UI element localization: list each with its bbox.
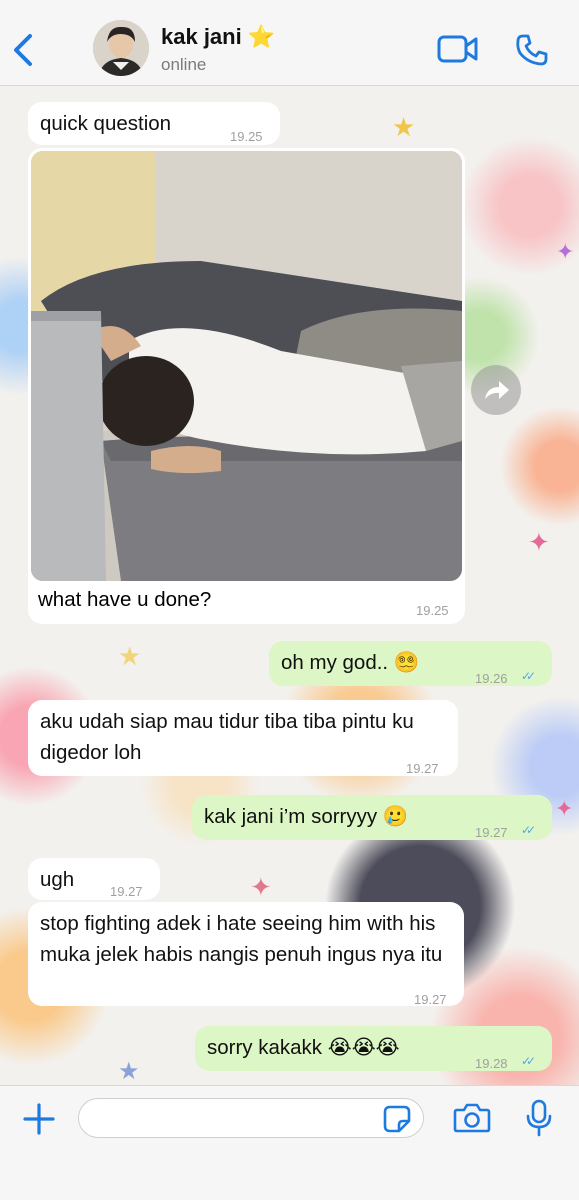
message-time: 19.27 bbox=[414, 992, 447, 1007]
sticker-icon bbox=[383, 1105, 411, 1133]
forward-button[interactable] bbox=[471, 365, 521, 415]
message-text: stop fighting adek i hate seeing him wit… bbox=[40, 912, 443, 966]
message-text: kak jani i’m sorryyy 🥲 bbox=[204, 805, 409, 828]
incoming-photo-message[interactable]: what have u done? 19.25 bbox=[28, 148, 465, 624]
outgoing-message[interactable]: sorry kakakk 😭😭😭 19.28 ✓✓ bbox=[195, 1026, 552, 1071]
message-time: 19.28 bbox=[475, 1056, 508, 1071]
star-decoration-icon: ✦ bbox=[556, 239, 575, 264]
camera-icon bbox=[453, 1103, 491, 1133]
sticker-button[interactable] bbox=[383, 1105, 411, 1133]
camera-button[interactable] bbox=[453, 1102, 491, 1134]
microphone-icon bbox=[526, 1099, 552, 1137]
chat-area[interactable]: ★ ✦ ✦ ★ ✦ ✦ ★ quick question 19.25 what … bbox=[0, 86, 579, 1085]
contact-status: online bbox=[161, 55, 207, 74]
plus-icon bbox=[23, 1103, 55, 1135]
star-decoration-icon: ✦ bbox=[528, 527, 550, 557]
photo-attachment[interactable] bbox=[31, 151, 462, 581]
message-time: 19.27 bbox=[406, 761, 439, 776]
photo-caption: what have u done? bbox=[38, 588, 212, 611]
avatar[interactable] bbox=[93, 20, 149, 76]
phone-icon bbox=[516, 34, 548, 66]
message-time: 19.27 bbox=[475, 825, 508, 840]
chat-header: kak jani ⭐ online bbox=[0, 0, 579, 86]
incoming-message[interactable]: aku udah siap mau tidur tiba tiba pintu … bbox=[28, 700, 458, 776]
read-receipt-icon: ✓✓ bbox=[521, 669, 536, 683]
message-text: oh my god.. 😵‍💫 bbox=[281, 651, 420, 674]
incoming-message[interactable]: quick question 19.25 bbox=[28, 102, 280, 145]
message-time: 19.25 bbox=[416, 603, 449, 618]
read-receipt-icon: ✓✓ bbox=[521, 1054, 536, 1068]
attach-button[interactable] bbox=[22, 1102, 56, 1136]
star-decoration-icon: ★ bbox=[118, 1058, 140, 1085]
forward-arrow-icon bbox=[485, 381, 509, 399]
outgoing-message[interactable]: oh my god.. 😵‍💫 19.26 ✓✓ bbox=[269, 641, 552, 686]
back-chevron-icon bbox=[14, 34, 32, 66]
back-button[interactable] bbox=[10, 30, 38, 70]
star-decoration-icon: ✦ bbox=[250, 872, 272, 902]
message-text: aku udah siap mau tidur tiba tiba pintu … bbox=[40, 710, 414, 764]
contact-name[interactable]: kak jani ⭐ bbox=[161, 24, 275, 50]
star-decoration-icon: ★ bbox=[392, 112, 416, 142]
incoming-message[interactable]: stop fighting adek i hate seeing him wit… bbox=[28, 902, 464, 1007]
star-decoration-icon: ✦ bbox=[555, 796, 574, 821]
video-camera-icon bbox=[437, 35, 478, 63]
voice-call-button[interactable] bbox=[515, 33, 549, 67]
read-receipt-icon: ✓✓ bbox=[521, 823, 536, 837]
message-text: ugh bbox=[40, 868, 75, 891]
message-time: 19.26 bbox=[475, 671, 508, 686]
message-input-bar bbox=[0, 1085, 579, 1200]
incoming-message[interactable]: ugh 19.27 bbox=[28, 858, 160, 900]
star-decoration-icon: ★ bbox=[118, 641, 142, 671]
message-input[interactable] bbox=[78, 1098, 424, 1138]
message-text: sorry kakakk 😭😭😭 bbox=[207, 1036, 400, 1059]
outgoing-message[interactable]: kak jani i’m sorryyy 🥲 19.27 ✓✓ bbox=[192, 795, 552, 840]
video-call-button[interactable] bbox=[437, 34, 479, 64]
microphone-button[interactable] bbox=[525, 1099, 553, 1137]
message-text: quick question bbox=[40, 112, 172, 135]
